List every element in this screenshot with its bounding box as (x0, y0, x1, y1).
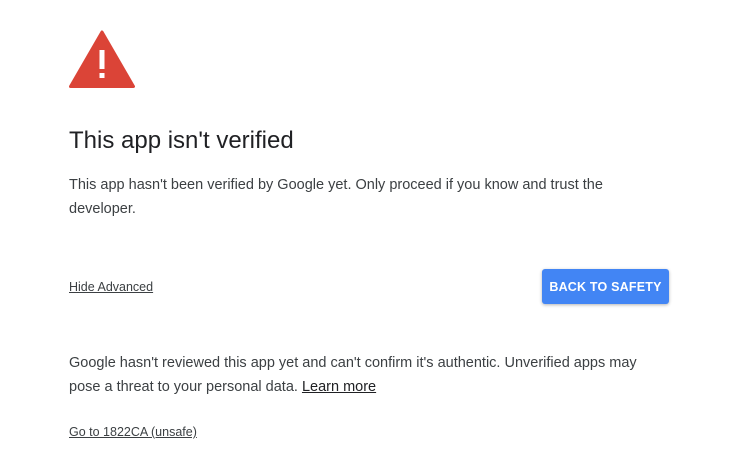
warning-description: This app hasn't been verified by Google … (69, 177, 603, 217)
back-to-safety-button[interactable]: BACK TO SAFETY (542, 269, 669, 304)
page-title: This app isn't verified (69, 127, 294, 154)
advanced-details-text: Google hasn't reviewed this app yet and … (69, 351, 669, 399)
unverified-app-warning-page: This app isn't verified This app hasn't … (0, 0, 729, 461)
warning-triangle-icon (69, 30, 135, 88)
hide-advanced-link[interactable]: Hide Advanced (69, 279, 153, 295)
learn-more-link[interactable]: Learn more (302, 379, 376, 395)
proceed-unsafe-link[interactable]: Go to 1822CA (unsafe) (69, 424, 197, 440)
